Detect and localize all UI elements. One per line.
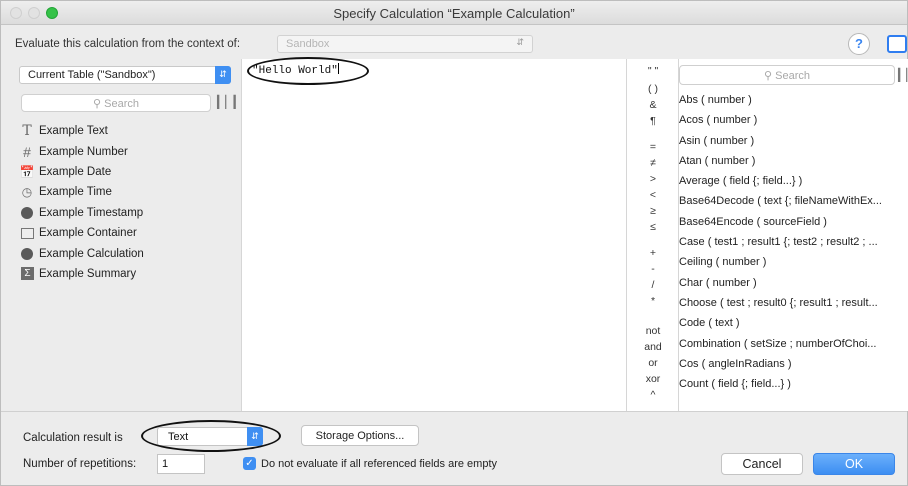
date-field-icon: 📅: [19, 164, 35, 179]
help-button[interactable]: ?: [848, 33, 870, 55]
container-field-icon: [21, 227, 34, 239]
function-item[interactable]: Base64Encode ( sourceField ): [679, 216, 907, 236]
calculation-field-icon: [21, 247, 33, 260]
function-item[interactable]: Base64Decode ( text {; fileNameWithEx...: [679, 195, 907, 215]
formula-editor[interactable]: "Hello World": [241, 59, 627, 411]
function-item[interactable]: Code ( text ): [679, 317, 907, 337]
field-item[interactable]: # Example Number: [19, 141, 144, 161]
function-item[interactable]: Acos ( number ): [679, 114, 907, 134]
operator-not-equal[interactable]: ≠: [627, 157, 679, 169]
time-field-icon: ◷: [21, 185, 33, 200]
function-item[interactable]: Combination ( setSize ; numberOfChoi...: [679, 338, 907, 358]
search-icon: ⚲: [764, 70, 773, 82]
field-label: Example Number: [39, 145, 128, 158]
operator-minus[interactable]: -: [627, 263, 679, 275]
field-item[interactable]: Example Timestamp: [19, 203, 144, 223]
repetitions-input[interactable]: 1: [157, 454, 205, 474]
function-item[interactable]: Ceiling ( number ): [679, 256, 907, 276]
function-item[interactable]: Average ( field {; field...} ): [679, 175, 907, 195]
operator-quotes[interactable]: " ": [627, 65, 679, 77]
field-label: Example Calculation: [39, 247, 144, 260]
operator-xor[interactable]: xor: [627, 373, 679, 385]
text-field-icon: T: [22, 123, 32, 140]
search-placeholder: Search: [104, 98, 139, 110]
operator-plus[interactable]: +: [627, 247, 679, 259]
title-bar: Specify Calculation “Example Calculation…: [1, 1, 907, 25]
result-type-label: Calculation result is: [23, 432, 123, 444]
do-not-evaluate-checkbox[interactable]: ✓: [243, 457, 256, 470]
functions-panel: ⚲ Search ▎▏ Abs ( number ) Acos ( number…: [679, 59, 908, 411]
operator-less-equal[interactable]: ≤: [627, 221, 679, 233]
sort-bars-icon[interactable]: ▎▏▎: [217, 95, 243, 109]
operator-concatenate[interactable]: &: [627, 99, 679, 111]
repetitions-label: Number of repetitions:: [23, 458, 137, 470]
sort-bars-icon[interactable]: ▎▏: [898, 68, 908, 82]
function-item[interactable]: Case ( test1 ; result1 {; test2 ; result…: [679, 236, 907, 256]
operator-power[interactable]: ^: [627, 389, 679, 401]
field-item[interactable]: 📅 Example Date: [19, 162, 144, 182]
field-item[interactable]: Example Calculation: [19, 243, 144, 263]
operators-column: " " ( ) & ¶ = ≠ > < ≥ ≤ + - / * not and …: [627, 59, 679, 411]
toggle-panel-icon[interactable]: [887, 35, 907, 53]
table-select[interactable]: Current Table ("Sandbox") ⇵: [19, 66, 231, 84]
specify-calculation-dialog: Specify Calculation “Example Calculation…: [0, 0, 908, 486]
storage-options-button[interactable]: Storage Options...: [301, 425, 419, 446]
field-item[interactable]: T Example Text: [19, 121, 144, 141]
function-item[interactable]: Asin ( number ): [679, 135, 907, 155]
fields-panel: Current Table ("Sandbox") ⇵ ⚲ Search ▎▏▎…: [15, 63, 243, 411]
operator-multiply[interactable]: *: [627, 295, 679, 307]
cancel-button[interactable]: Cancel: [721, 453, 803, 475]
operator-parentheses[interactable]: ( ): [627, 83, 679, 95]
updown-arrows-icon: ⇵: [516, 37, 524, 47]
operator-pilcrow[interactable]: ¶: [627, 115, 679, 127]
context-select-value: Sandbox: [286, 38, 330, 50]
field-label: Example Timestamp: [39, 206, 144, 219]
updown-arrows-icon: ⇵: [215, 66, 231, 84]
operator-greater-equal[interactable]: ≥: [627, 205, 679, 217]
field-label: Example Container: [39, 227, 137, 240]
field-label: Example Summary: [39, 267, 137, 280]
function-item[interactable]: Choose ( test ; result0 {; result1 ; res…: [679, 297, 907, 317]
field-list: T Example Text # Example Number 📅 Exampl…: [19, 121, 144, 284]
do-not-evaluate-label[interactable]: Do not evaluate if all referenced fields…: [261, 458, 497, 470]
field-label: Example Date: [39, 165, 112, 178]
operator-equal[interactable]: =: [627, 141, 679, 153]
fields-search-input[interactable]: ⚲ Search: [21, 94, 211, 112]
function-item[interactable]: Cos ( angleInRadians ): [679, 358, 907, 378]
field-item[interactable]: Σ Example Summary: [19, 264, 144, 284]
functions-list: Abs ( number ) Acos ( number ) Asin ( nu…: [679, 94, 907, 398]
field-label: Example Time: [39, 186, 112, 199]
window-title: Specify Calculation “Example Calculation…: [333, 6, 575, 21]
number-field-icon: #: [23, 143, 31, 160]
context-label: Evaluate this calculation from the conte…: [15, 38, 241, 50]
function-item[interactable]: Abs ( number ): [679, 94, 907, 114]
operator-and[interactable]: and: [627, 341, 679, 353]
search-placeholder: Search: [775, 70, 810, 82]
bottom-bar: Calculation result is Text ⇵ Storage Opt…: [1, 411, 907, 485]
highlight-oval: [141, 420, 281, 452]
context-select[interactable]: Sandbox ⇵: [277, 35, 533, 53]
function-item[interactable]: Count ( field {; field...} ): [679, 378, 907, 398]
function-item[interactable]: Char ( number ): [679, 277, 907, 297]
summary-field-icon: Σ: [21, 267, 34, 281]
operator-greater[interactable]: >: [627, 173, 679, 185]
timestamp-field-icon: [21, 206, 33, 219]
field-item[interactable]: ◷ Example Time: [19, 182, 144, 202]
table-select-value: Current Table ("Sandbox"): [28, 69, 156, 81]
operator-divide[interactable]: /: [627, 279, 679, 291]
field-item[interactable]: Example Container: [19, 223, 144, 243]
function-item[interactable]: Atan ( number ): [679, 155, 907, 175]
functions-search-input[interactable]: ⚲ Search: [679, 65, 895, 85]
operator-or[interactable]: or: [627, 357, 679, 369]
operator-not[interactable]: not: [627, 325, 679, 337]
highlight-oval: [247, 57, 369, 85]
operator-less[interactable]: <: [627, 189, 679, 201]
field-label: Example Text: [39, 125, 108, 138]
ok-button[interactable]: OK: [813, 453, 895, 475]
search-icon: ⚲: [93, 98, 102, 110]
